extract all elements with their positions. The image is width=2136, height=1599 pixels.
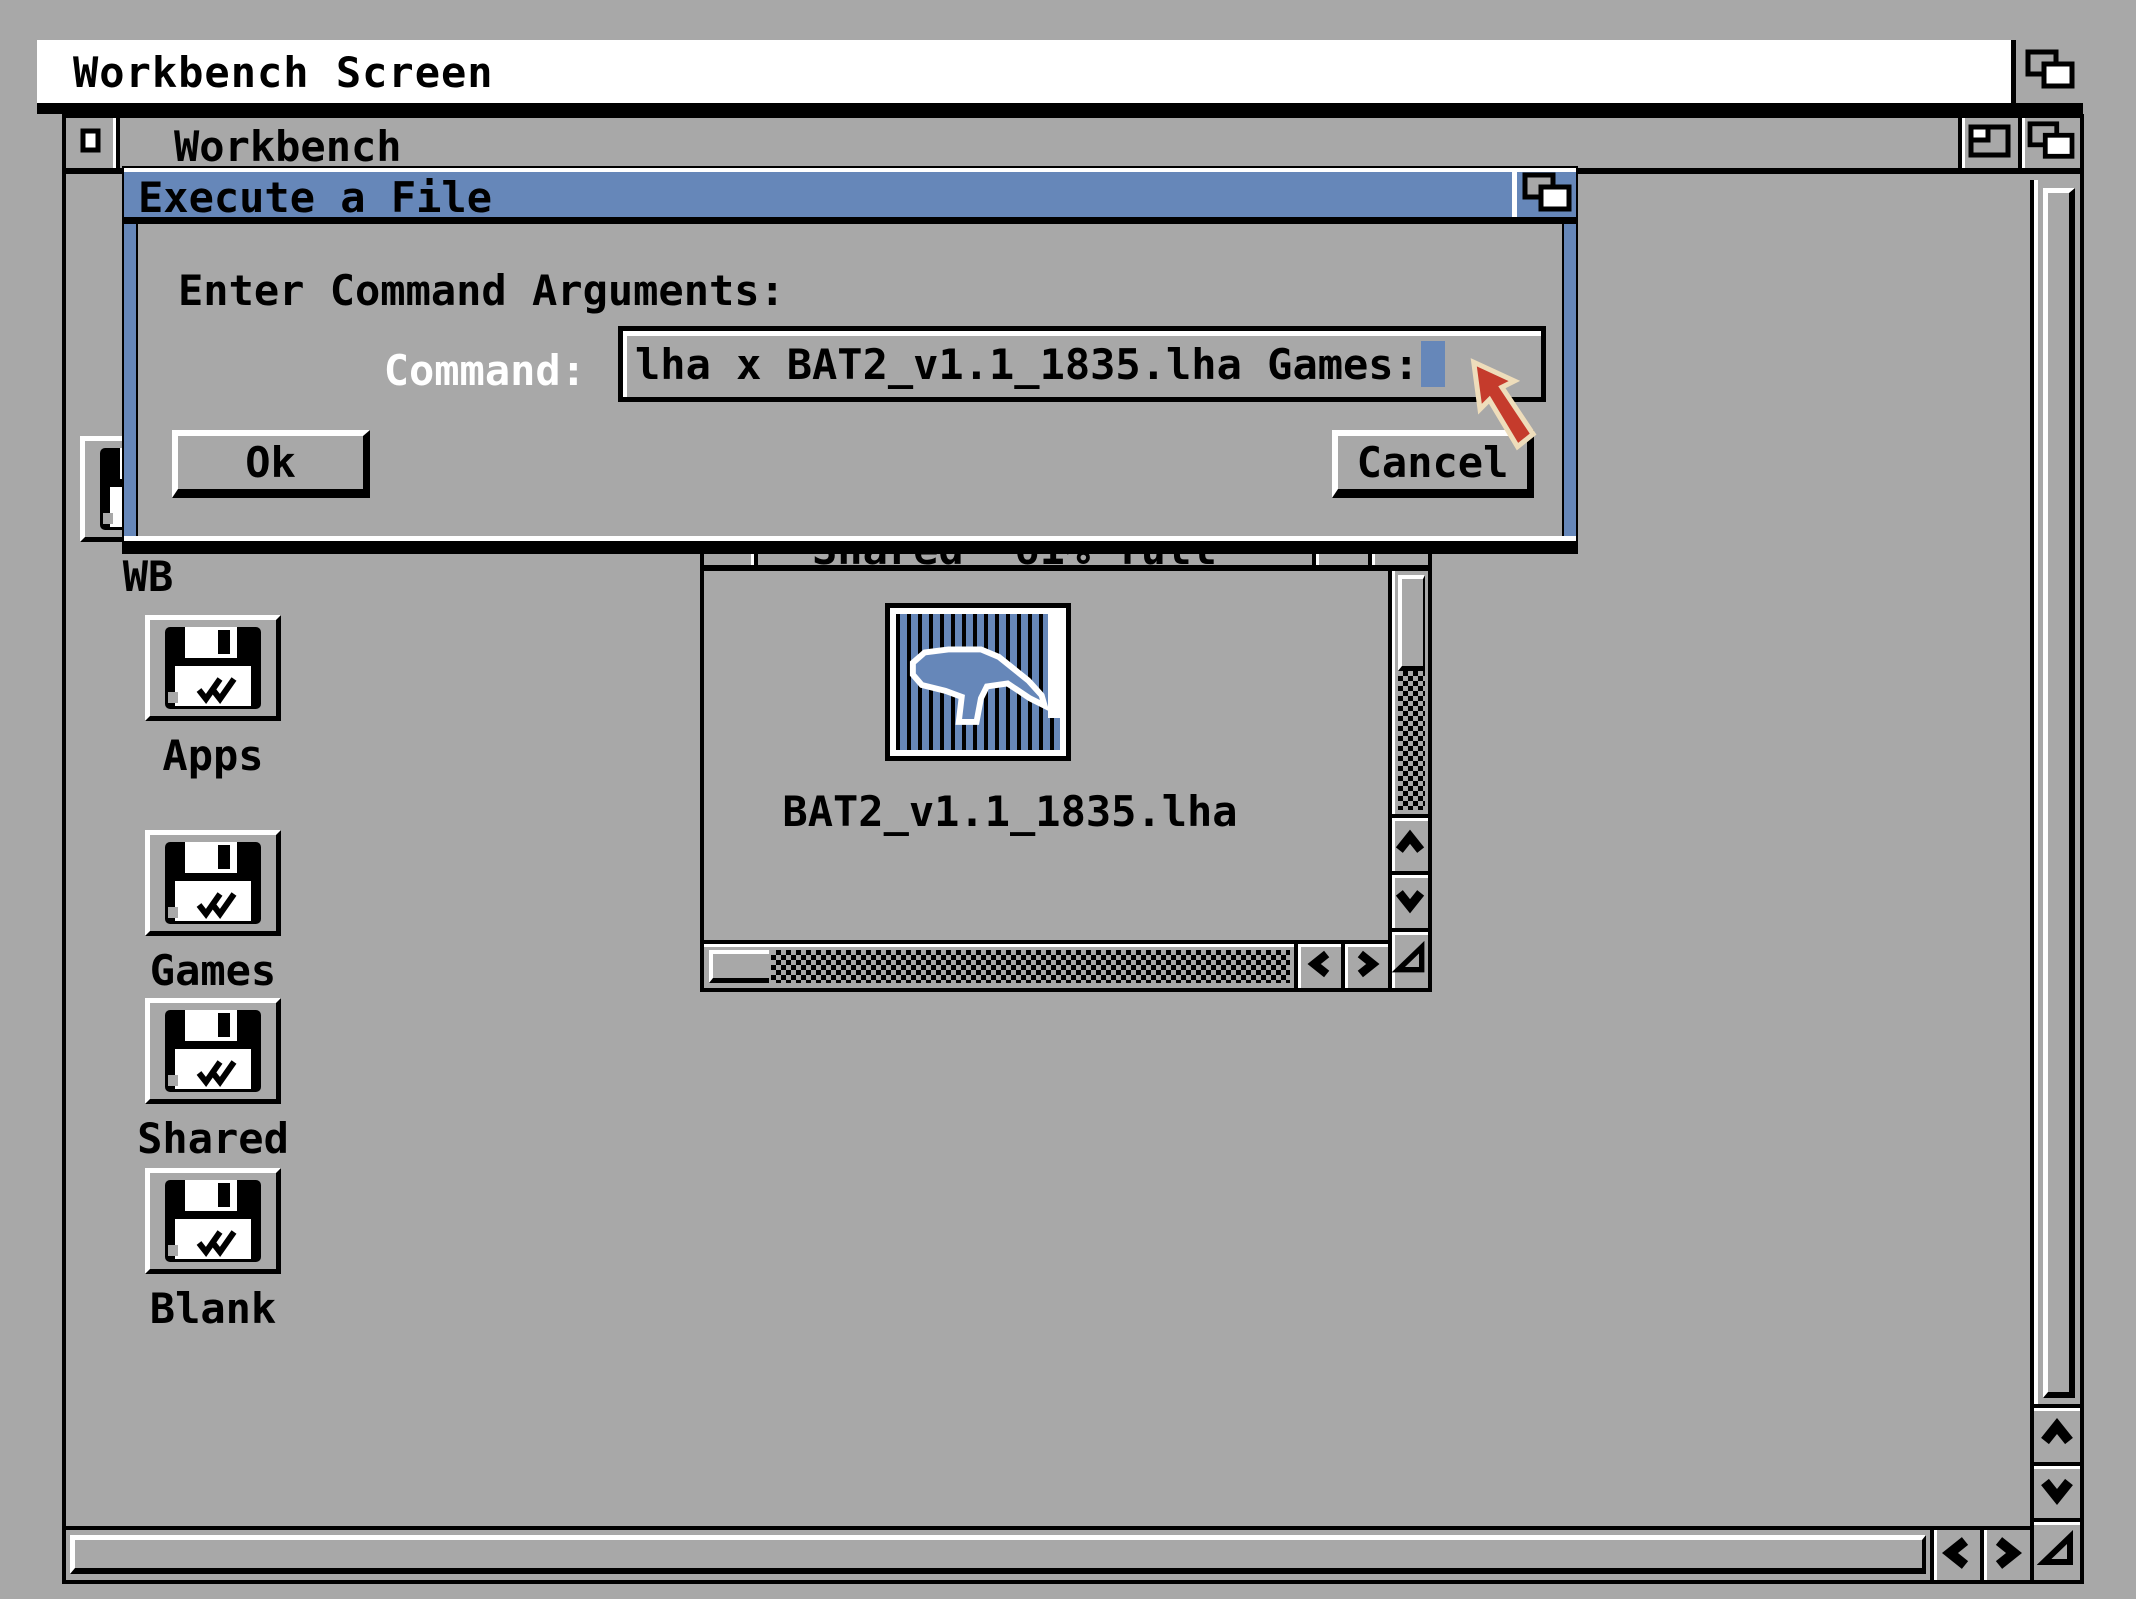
shared-window: Shared 61% full xyxy=(700,505,1432,992)
vertical-scroll-thumb[interactable] xyxy=(2043,188,2075,1398)
scroll-track[interactable] xyxy=(771,950,1290,983)
floppy-disk-icon[interactable] xyxy=(145,830,281,936)
screen-title: Workbench Screen xyxy=(37,40,2011,103)
window-resize-gadget[interactable] xyxy=(2030,1518,2080,1580)
resize-icon xyxy=(1392,940,1428,980)
shared-horizontal-scroll-thumb[interactable] xyxy=(709,950,769,983)
depth-gadget[interactable] xyxy=(2018,118,2080,168)
resize-icon xyxy=(2037,1529,2077,1573)
down-arrow-icon xyxy=(1392,884,1428,920)
depth-icon xyxy=(2026,120,2076,166)
scroll-right-gadget[interactable] xyxy=(1980,1530,2030,1580)
scroll-left-gadget[interactable] xyxy=(1294,944,1341,988)
command-input-value: lha x BAT2_v1.1_1835.lha Games: xyxy=(635,340,1419,389)
left-arrow-icon xyxy=(1305,947,1335,985)
disk-label: Games xyxy=(113,946,313,995)
text-cursor xyxy=(1421,341,1445,387)
mouse-pointer-icon xyxy=(1466,356,1544,460)
horizontal-scroll-thumb[interactable] xyxy=(70,1535,1926,1574)
scroll-up-gadget[interactable] xyxy=(1392,814,1428,871)
horizontal-scrollbar[interactable] xyxy=(66,1526,2030,1580)
scroll-track[interactable] xyxy=(1398,671,1425,810)
depth-icon xyxy=(2024,48,2076,96)
execute-file-dialog: Execute a File Enter Command Arguments: … xyxy=(122,166,1578,554)
lha-file-icon[interactable] xyxy=(885,603,1071,761)
scroll-up-gadget[interactable] xyxy=(2030,1404,2080,1462)
disk-label: WB xyxy=(48,552,248,601)
down-arrow-icon xyxy=(2037,1472,2077,1512)
scroll-left-gadget[interactable] xyxy=(1930,1530,1980,1580)
scroll-down-gadget[interactable] xyxy=(2030,1462,2080,1518)
disk-label: Blank xyxy=(113,1284,313,1333)
shared-vertical-scrollbar[interactable] xyxy=(1388,571,1428,988)
disk-icon-apps[interactable]: Apps xyxy=(113,615,313,780)
disk-label: Shared xyxy=(113,1114,313,1163)
file-label: BAT2_v1.1_1835.lha xyxy=(704,787,1316,836)
screen-titlebar[interactable]: Workbench Screen xyxy=(37,40,2083,114)
disk-label: Apps xyxy=(113,731,313,780)
up-arrow-icon xyxy=(1392,827,1428,863)
ok-button[interactable]: Ok xyxy=(172,430,370,498)
dialog-bottom-border xyxy=(124,536,1576,552)
dialog-body: Enter Command Arguments: Command: lha x … xyxy=(124,224,1576,536)
floppy-disk-icon[interactable] xyxy=(145,1168,281,1274)
depth-gadget[interactable] xyxy=(1512,172,1576,217)
right-arrow-icon xyxy=(1989,1533,2025,1577)
floppy-disk-icon[interactable] xyxy=(145,615,281,721)
zoom-gadget[interactable] xyxy=(1958,118,2018,168)
up-arrow-icon xyxy=(2037,1415,2077,1455)
screen-depth-gadget[interactable] xyxy=(2011,40,2083,103)
shared-vertical-scroll-thumb[interactable] xyxy=(1398,575,1425,671)
workbench-screen: { "screen": { "title": "Workbench Screen… xyxy=(0,0,2136,1599)
workbench-window-title: Workbench xyxy=(120,118,402,168)
close-gadget[interactable] xyxy=(66,118,120,168)
depth-icon xyxy=(1521,171,1573,219)
scroll-right-gadget[interactable] xyxy=(1341,944,1388,988)
dialog-titlebar[interactable]: Execute a File xyxy=(124,168,1576,224)
scroll-down-gadget[interactable] xyxy=(1392,871,1428,928)
shared-window-content: BAT2_v1.1_1835.lha xyxy=(704,571,1428,988)
left-arrow-icon xyxy=(1939,1533,1975,1577)
vertical-scrollbar[interactable] xyxy=(2030,180,2080,1404)
floppy-disk-icon[interactable] xyxy=(145,998,281,1104)
disk-icon-games[interactable]: Games xyxy=(113,830,313,995)
close-icon xyxy=(79,126,103,160)
disk-icon-blank[interactable]: Blank xyxy=(113,1168,313,1333)
zoom-icon xyxy=(1968,123,2012,163)
dialog-prompt: Enter Command Arguments: xyxy=(178,266,785,315)
command-input[interactable]: lha x BAT2_v1.1_1835.lha Games: xyxy=(618,326,1546,402)
shared-horizontal-scrollbar[interactable] xyxy=(704,940,1388,988)
disk-icon-shared[interactable]: Shared xyxy=(113,998,313,1163)
right-arrow-icon xyxy=(1352,947,1382,985)
window-resize-gadget[interactable] xyxy=(1392,928,1428,988)
hammer-icon xyxy=(904,630,1052,738)
dialog-title: Execute a File xyxy=(124,172,492,217)
command-label: Command: xyxy=(256,346,586,395)
